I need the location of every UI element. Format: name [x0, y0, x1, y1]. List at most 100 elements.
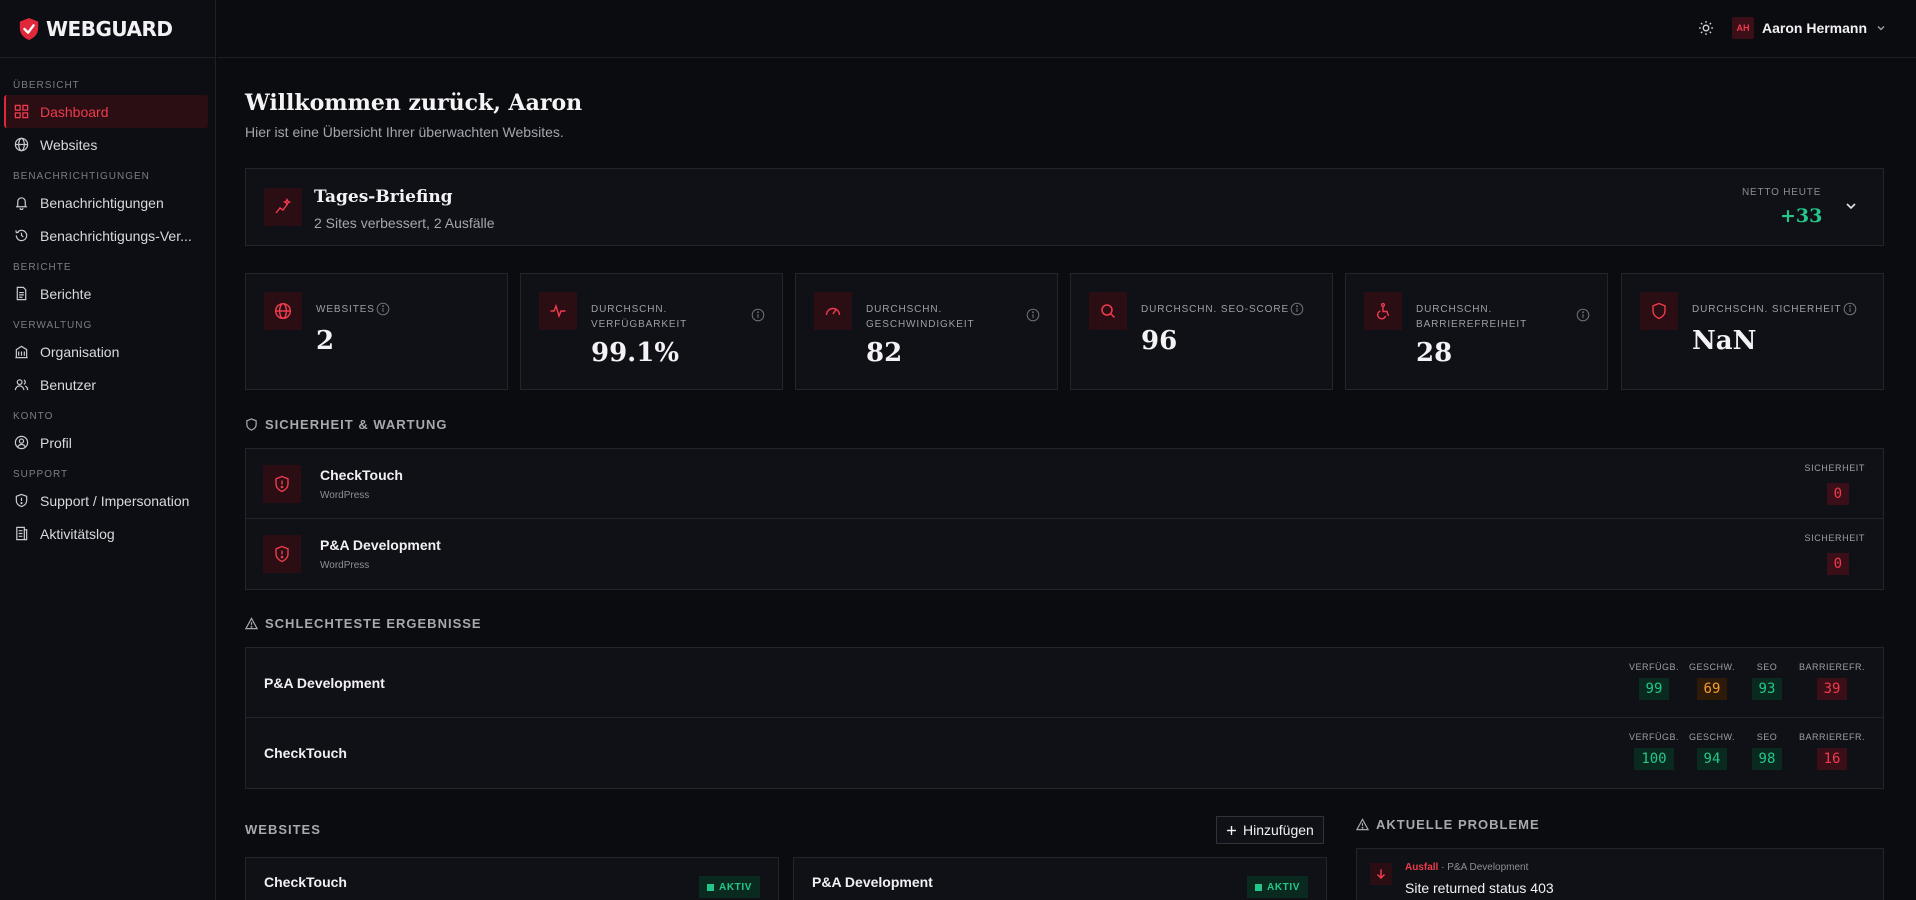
sidebar-item-websites[interactable]: Websites [4, 128, 208, 161]
stat-value: 28 [1416, 338, 1453, 368]
problem-text: Site returned status 403 [1405, 880, 1554, 896]
dashboard-icon [14, 104, 29, 119]
section-title-text: SCHLECHTESTE ERGEBNISSE [265, 616, 482, 631]
nav-section-title: VERWALTUNG [13, 320, 93, 331]
info-icon[interactable] [1576, 308, 1590, 322]
metric-value: 99 [1638, 678, 1670, 700]
list-item[interactable]: CheckTouch WordPress SICHERHEIT 0 [246, 449, 1883, 519]
list-item[interactable]: CheckTouch VERFÜGB. 100 GESCHW. 94 SEO 98 B… [246, 718, 1883, 788]
website-card[interactable]: CheckTouch AKTIV [245, 857, 779, 900]
metric-value: 39 [1816, 678, 1848, 700]
metric-value-wrap: 0 [1826, 553, 1849, 575]
nav-section-title: BENACHRICHTIGUNGEN [13, 171, 150, 182]
add-website-button[interactable]: Hinzufügen [1216, 816, 1324, 844]
metric-value: 98 [1751, 748, 1783, 770]
globe-icon [14, 137, 29, 152]
site-platform: WordPress [320, 560, 370, 571]
brand-name: WEBGUARD [46, 16, 173, 41]
globe-icon [274, 302, 292, 320]
problem-icon-box [1370, 863, 1392, 885]
nav-section-title: KONTO [13, 411, 54, 422]
stat-value: 2 [316, 326, 335, 356]
shield-alert-icon [275, 475, 289, 493]
status-badge: AKTIV [699, 876, 760, 898]
avatar: AH [1732, 17, 1754, 39]
metric-label: BARRIEREFR. [1798, 732, 1865, 742]
sidebar-item-organisation[interactable]: Organisation [4, 335, 208, 368]
accessibility-icon [1376, 302, 1390, 320]
metric-accessibility: BARRIEREFR. 39 [1799, 662, 1865, 700]
stat-icon-box [814, 292, 852, 330]
sidebar-item-notification-history[interactable]: Benachrichtigungs-Ver... [4, 219, 208, 252]
daily-briefing-card[interactable]: Tages-Briefing 2 Sites verbessert, 2 Aus… [245, 168, 1884, 246]
metric-label: VERFÜGB. [1628, 732, 1679, 742]
list-item[interactable]: P&A Development VERFÜGB. 99 GESCHW. 69 SEO… [246, 648, 1883, 718]
info-icon[interactable] [376, 302, 390, 316]
sparkle-chart-icon [275, 198, 292, 214]
brand[interactable]: WEBGUARD [0, 0, 215, 58]
worst-results-list: P&A Development VERFÜGB. 99 GESCHW. 69 SEO… [245, 647, 1884, 789]
sidebar-item-support[interactable]: Support / Impersonation [4, 484, 208, 517]
info-icon[interactable] [751, 308, 765, 322]
nav-section-title: ÜBERSICHT [13, 80, 80, 91]
stat-icon-box [539, 292, 577, 330]
stat-card-security: DURCHSCHN. SICHERHEIT NaN [1621, 273, 1884, 390]
sidebar-item-label: Websites [40, 136, 98, 153]
list-icon-box [263, 535, 301, 573]
shield-alert-icon [275, 545, 289, 563]
bell-icon [15, 197, 28, 210]
theme-toggle-button[interactable] [1694, 16, 1718, 40]
problem-item[interactable]: Ausfall · P&A Development Site returned … [1356, 848, 1884, 900]
stat-card-availability: DURCHSCHN. VERFÜGBARKEIT 99.1% [520, 273, 783, 390]
sidebar-item-profil[interactable]: Profil [4, 426, 208, 459]
search-icon [1101, 304, 1116, 319]
metric-value-wrap: 0 [1826, 483, 1849, 505]
sidebar-item-label: Dashboard [40, 103, 109, 120]
section-title-text: SICHERHEIT & WARTUNG [265, 417, 448, 432]
activity-icon [550, 303, 566, 319]
metric-value: 69 [1696, 678, 1728, 700]
add-website-label: Hinzufügen [1243, 822, 1314, 838]
website-card[interactable]: P&A Development AKTIV [793, 857, 1327, 900]
chevron-down-icon[interactable] [1842, 197, 1860, 215]
log-icon [16, 526, 28, 541]
site-name: CheckTouch [320, 467, 403, 483]
history-icon [15, 229, 28, 242]
stat-card-accessibility: DURCHSCHN. BARRIEREFREIHEIT 28 [1345, 273, 1608, 390]
problems-section-title: AKTUELLE PROBLEME [1356, 817, 1540, 832]
arrow-down-icon [1376, 869, 1386, 880]
site-name: P&A Development [812, 874, 933, 890]
security-list: CheckTouch WordPress SICHERHEIT 0 P&A De… [245, 448, 1884, 590]
topbar: AH Aaron Hermann [217, 0, 1916, 58]
info-icon[interactable] [1026, 308, 1040, 322]
status-text: AKTIV [1267, 881, 1300, 893]
list-item[interactable]: P&A Development WordPress SICHERHEIT 0 [246, 519, 1883, 589]
status-dot [707, 883, 714, 891]
gauge-icon [825, 307, 841, 316]
shield-logo-icon [19, 17, 39, 40]
sidebar-item-dashboard[interactable]: Dashboard [4, 95, 208, 128]
stat-icon-box [1640, 292, 1678, 330]
metric-availability: VERFÜGB. 100 [1629, 732, 1679, 770]
shield-alert-icon [15, 493, 28, 508]
page-subtitle: Hier ist eine Übersicht Ihrer überwachte… [245, 124, 564, 140]
info-icon[interactable] [1290, 302, 1304, 316]
metric-label: BARRIEREFR. [1798, 662, 1865, 672]
sidebar-item-berichte[interactable]: Berichte [4, 277, 208, 310]
metric-label: SICHERHEIT [1804, 463, 1865, 473]
user-menu[interactable]: AH Aaron Hermann [1732, 13, 1887, 43]
metric-value: 93 [1751, 678, 1783, 700]
sidebar-item-benutzer[interactable]: Benutzer [4, 368, 208, 401]
plus-icon [1227, 825, 1236, 835]
sidebar-nav: ÜBERSICHT Dashboard Websites BENACHRICHT… [0, 58, 215, 550]
info-icon[interactable] [1843, 302, 1857, 316]
sidebar-item-benachrichtigungen[interactable]: Benachrichtigungen [4, 186, 208, 219]
stats-grid: WEBSITES 2 DURCHSCHN. VERFÜGBARKEIT 99.1… [245, 273, 1885, 390]
stat-label: DURCHSCHN. SEO-SCORE [1141, 304, 1290, 315]
security-score: 0 [1826, 483, 1849, 505]
stat-icon-box [1089, 292, 1127, 330]
metric-speed: GESCHW. 69 [1689, 662, 1735, 700]
sidebar-item-aktivitaetslog[interactable]: Aktivitätslog [4, 517, 208, 550]
stat-label: WEBSITES [316, 304, 375, 315]
sidebar-item-label: Benutzer [40, 376, 97, 393]
